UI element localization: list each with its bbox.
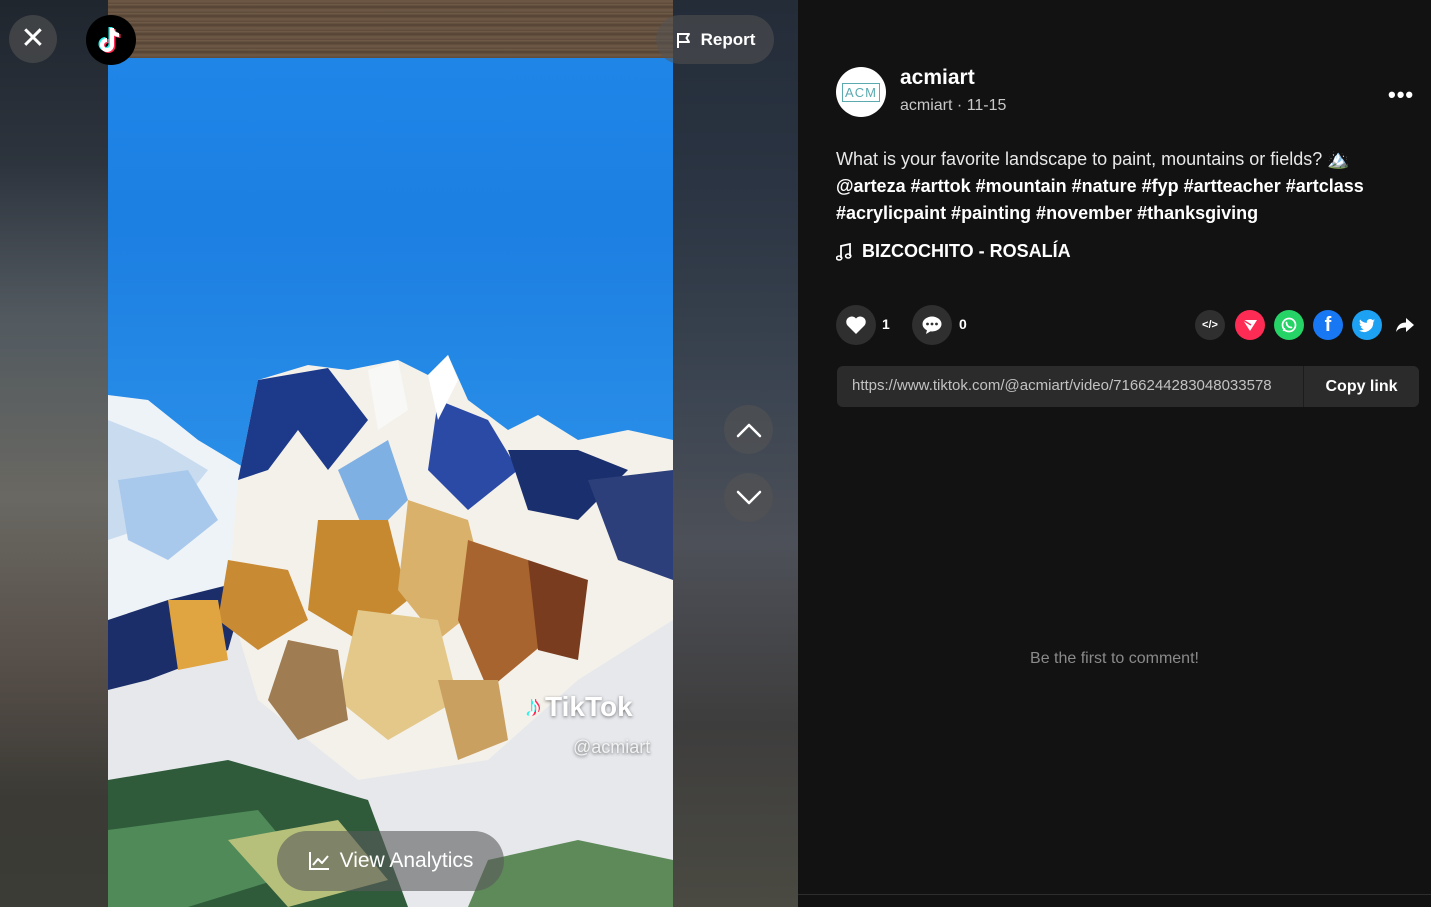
whatsapp-icon [1281, 317, 1297, 333]
flag-icon [676, 32, 690, 48]
twitter-share-button[interactable] [1352, 310, 1382, 340]
facebook-share-button[interactable]: f [1313, 310, 1343, 340]
embed-button[interactable]: </> [1195, 310, 1225, 340]
watermark-handle: @acmiart [573, 737, 651, 757]
embed-icon: </> [1202, 319, 1218, 331]
whatsapp-share-button[interactable] [1274, 310, 1304, 340]
tiktok-send-icon [1242, 319, 1257, 331]
close-button[interactable]: ✕ [9, 15, 57, 63]
comment-bubble-icon [922, 316, 942, 334]
music-link[interactable]: BIZCOCHITO - ROSALÍA [836, 241, 1071, 262]
post-date: 11-15 [966, 97, 1007, 114]
tiktok-note-icon: ♪ [526, 690, 541, 723]
close-icon: ✕ [20, 22, 46, 55]
next-video-button[interactable] [724, 473, 773, 522]
video-detail-page: ♪ TikTok @acmiart ✕ Report View Analytic… [0, 0, 1431, 907]
caption-text: What is your favorite landscape to paint… [836, 149, 1350, 169]
tiktok-logo[interactable] [86, 15, 136, 65]
report-label: Report [700, 29, 756, 49]
previous-video-button[interactable] [724, 405, 773, 454]
comment-input-divider [798, 894, 1431, 895]
report-button[interactable]: Report [656, 15, 774, 64]
video-player-area: ♪ TikTok @acmiart ✕ Report View Analytic… [0, 0, 798, 907]
analytics-label: View Analytics [339, 849, 474, 872]
username[interactable]: acmiart [900, 66, 975, 90]
blurred-background-right [673, 0, 798, 907]
comment-count: 0 [959, 316, 967, 332]
video-frame[interactable]: ♪ TikTok @acmiart [108, 0, 673, 907]
watermark-brand: TikTok [545, 691, 633, 722]
tiktok-logo-icon [98, 26, 121, 53]
more-options-button[interactable]: ••• [1388, 82, 1414, 108]
mountain-painting [108, 355, 673, 907]
music-note-icon [836, 242, 852, 261]
send-to-friends-button[interactable] [1235, 310, 1265, 340]
avatar[interactable]: ACM [836, 67, 886, 117]
chevron-down-icon [736, 490, 761, 504]
avatar-text: ACM [842, 82, 880, 102]
tiktok-watermark: ♪ TikTok [526, 690, 633, 724]
like-count: 1 [882, 316, 890, 332]
copy-link-button[interactable]: Copy link [1303, 366, 1419, 407]
comment-button[interactable] [912, 305, 952, 345]
share-arrow-icon [1396, 318, 1414, 332]
music-title: BIZCOCHITO - ROSALÍA [862, 241, 1071, 261]
caption-hashtags[interactable]: @arteza #arttok #mountain #nature #fyp #… [836, 176, 1364, 223]
ellipsis-icon: ••• [1388, 82, 1415, 107]
analytics-chart-icon [308, 852, 329, 870]
separator-dot: · [956, 97, 967, 114]
view-analytics-button[interactable]: View Analytics [277, 831, 504, 891]
author-subline: acmiart · 11-15 [900, 97, 1006, 115]
post-info-panel: ACM acmiart acmiart · 11-15 ••• What is … [798, 0, 1431, 907]
heart-icon [846, 316, 866, 334]
chevron-up-icon [736, 423, 761, 437]
author-handle: acmiart [900, 97, 953, 114]
more-share-button[interactable] [1390, 310, 1420, 340]
twitter-icon [1358, 318, 1375, 332]
share-link-box: https://www.tiktok.com/@acmiart/video/71… [837, 366, 1419, 407]
like-button[interactable] [836, 305, 876, 345]
post-caption: What is your favorite landscape to paint… [836, 146, 1406, 227]
facebook-icon: f [1324, 313, 1332, 336]
share-link-text[interactable]: https://www.tiktok.com/@acmiart/video/71… [852, 377, 1302, 394]
empty-comments-message: Be the first to comment! [1030, 650, 1199, 667]
blurred-background-left [0, 0, 108, 907]
